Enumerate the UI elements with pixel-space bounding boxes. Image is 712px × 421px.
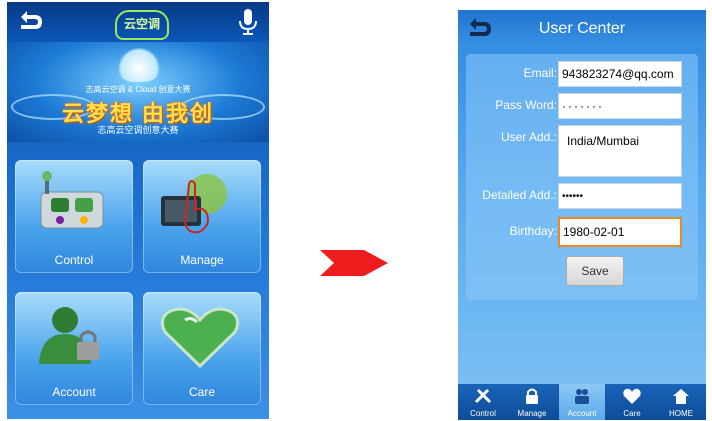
tile-control-label: Control <box>54 253 94 267</box>
bottom-nav: Control Manage Account Care HOME <box>458 384 706 420</box>
birthday-label: Birthday: <box>509 224 557 238</box>
top-bar: User Center <box>458 10 706 48</box>
user-form: Email: 943823274@qq.com Pass Word: ·····… <box>466 54 698 300</box>
microphone-icon[interactable] <box>237 7 259 37</box>
transition-arrow-icon <box>320 250 388 276</box>
lock-icon <box>526 388 538 404</box>
banner-caption: 志高云空调创意大赛 <box>97 125 179 135</box>
tile-control[interactable]: Control <box>15 160 133 273</box>
nav-account[interactable]: Account <box>559 384 605 420</box>
user-lock-icon <box>39 307 99 364</box>
tile-account-label: Account <box>52 385 96 399</box>
bird-logo-icon <box>117 48 161 82</box>
controller-device-icon <box>40 171 104 229</box>
email-field[interactable]: 943823274@qq.com <box>558 61 682 87</box>
password-field[interactable]: ······· <box>558 93 682 119</box>
menu-grid: Control Manage Account Care <box>7 148 269 419</box>
left-phone-screen: 云空调 志高云空调 & Cloud 创意大赛 云梦想 由我创 志高云空调创意大赛 <box>7 2 269 419</box>
nav-manage[interactable]: Manage <box>509 384 555 420</box>
user-address-label: User Add.: <box>500 130 557 144</box>
tile-manage[interactable]: Manage <box>143 160 261 273</box>
nav-manage-label: Manage <box>517 409 547 418</box>
email-label: Email: <box>523 66 557 80</box>
user-address-field[interactable]: India/Mumbai <box>558 125 682 177</box>
computer-globe-icon <box>161 174 227 234</box>
password-label: Pass Word: <box>495 98 557 112</box>
nav-control[interactable]: Control <box>460 384 506 420</box>
detailed-address-label: Detailed Add.: <box>482 188 557 202</box>
people-icon <box>575 389 589 404</box>
heart-icon <box>160 307 240 369</box>
logo-text: 云空调 <box>123 17 160 31</box>
tile-manage-label: Manage <box>180 253 224 267</box>
home-icon <box>673 389 689 404</box>
tools-icon <box>474 388 492 404</box>
birthday-field[interactable]: 1980-02-01 <box>558 217 682 247</box>
nav-care[interactable]: Care <box>609 384 655 420</box>
promo-banner[interactable]: 志高云空调 & Cloud 创意大赛 云梦想 由我创 志高云空调创意大赛 <box>7 42 269 142</box>
back-icon[interactable] <box>15 7 45 37</box>
nav-account-label: Account <box>567 409 597 418</box>
nav-care-label: Care <box>623 409 641 418</box>
top-bar: 云空调 <box>7 2 269 42</box>
nav-control-label: Control <box>470 409 496 418</box>
tile-care-label: Care <box>188 385 215 399</box>
nav-home[interactable]: HOME <box>658 384 704 420</box>
page-title: User Center <box>538 20 626 37</box>
right-phone-screen: User Center Email: 943823274@qq.com Pass… <box>458 10 706 420</box>
tile-care[interactable]: Care <box>143 292 261 405</box>
app-logo: 云空调 <box>115 10 169 40</box>
save-button[interactable]: Save <box>566 256 624 286</box>
heart-icon <box>623 388 641 404</box>
detailed-address-field[interactable]: •••••• <box>558 183 682 209</box>
tile-account[interactable]: Account <box>15 292 133 405</box>
nav-home-label: HOME <box>669 409 693 418</box>
